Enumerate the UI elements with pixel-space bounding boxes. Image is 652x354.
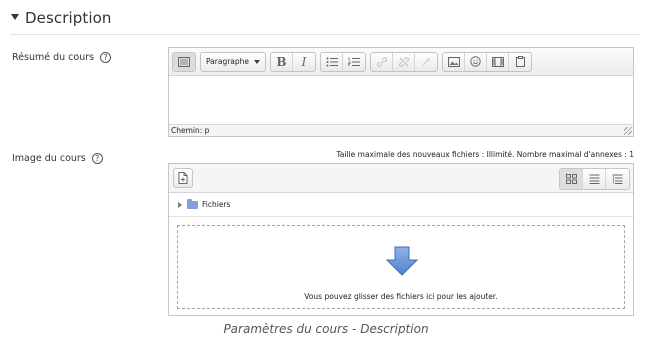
anchor-icon — [422, 58, 430, 65]
file-manager: Fichiers Vous pouvez glisser des fichier… — [168, 163, 634, 316]
image-label: Image du cours — [12, 153, 86, 164]
folder-icon — [187, 198, 198, 209]
help-icon[interactable]: ? — [100, 52, 112, 63]
grid-view-icon — [565, 174, 577, 184]
add-file-button[interactable] — [173, 168, 193, 188]
link-icon — [376, 56, 387, 67]
resize-handle-icon[interactable] — [624, 127, 632, 135]
section-header[interactable]: Description — [11, 7, 112, 29]
drop-arrow-icon — [386, 246, 418, 276]
paragraph-format-select[interactable]: Paragraphe — [200, 51, 266, 72]
clipboard-icon — [515, 56, 525, 67]
help-icon[interactable]: ? — [91, 153, 103, 164]
insert-group — [442, 51, 532, 72]
list-view-icon — [589, 174, 599, 184]
emoticon-button[interactable] — [465, 52, 487, 71]
add-file-icon — [178, 172, 188, 184]
collapse-caret-icon[interactable] — [11, 14, 19, 20]
numbered-list-icon — [348, 57, 360, 66]
toolbar-toggle-icon[interactable] — [173, 52, 195, 71]
summary-label: Résumé du cours — [12, 52, 95, 63]
editor-content-area[interactable] — [169, 76, 633, 124]
bold-icon: B — [276, 54, 287, 69]
unlink-icon — [398, 56, 409, 67]
course-settings-description: Description Résumé du cours ? Paragraphe… — [0, 0, 652, 354]
image-button[interactable] — [443, 52, 465, 71]
drop-instructions: Vous pouvez glisser des fichiers ici pou… — [304, 292, 498, 301]
film-icon — [491, 56, 504, 67]
editor-path: Chemin: p — [171, 126, 210, 135]
folder-name[interactable]: Fichiers — [202, 200, 230, 209]
list-group — [320, 51, 366, 72]
view-switcher — [559, 168, 630, 190]
grid-view-button[interactable] — [560, 169, 583, 189]
file-limits-text: Taille maximale des nouveaux fichiers : … — [336, 150, 634, 159]
section-divider — [10, 34, 640, 35]
bullet-list-icon — [326, 57, 338, 66]
folder-path: Fichiers — [169, 193, 633, 217]
list-view-button[interactable] — [583, 169, 606, 189]
smiley-icon — [470, 56, 481, 67]
italic-icon: I — [301, 54, 307, 69]
toolbar-toggle-group — [172, 51, 196, 72]
italic-button[interactable]: I — [293, 53, 315, 71]
figure-caption: Paramètres du cours - Description — [223, 322, 429, 336]
numbered-list-button[interactable] — [343, 53, 365, 71]
text-style-group: B I — [270, 51, 316, 72]
editor-toolbar: Paragraphe B I — [169, 48, 633, 76]
image-label-row: Image du cours ? — [12, 153, 103, 164]
paste-button[interactable] — [509, 53, 531, 71]
tree-view-icon — [612, 174, 623, 184]
summary-label-row: Résumé du cours ? — [12, 52, 112, 63]
link-group — [370, 51, 438, 72]
summary-editor: Paragraphe B I Chemin: p — [168, 47, 634, 137]
unlink-button[interactable] — [393, 52, 415, 71]
editor-status-bar: Chemin: p — [169, 124, 633, 136]
expand-arrow-icon[interactable] — [178, 201, 182, 208]
file-drop-zone[interactable]: Vous pouvez glisser des fichiers ici pou… — [177, 225, 625, 309]
image-icon — [447, 56, 460, 67]
link-button[interactable] — [371, 52, 393, 71]
bullet-list-button[interactable] — [321, 52, 343, 71]
section-title: Description — [25, 9, 112, 27]
chevron-down-icon — [254, 59, 260, 64]
bold-button[interactable]: B — [271, 52, 293, 71]
tree-view-button[interactable] — [606, 169, 629, 189]
anchor-button[interactable] — [415, 53, 437, 71]
file-manager-toolbar — [169, 164, 633, 193]
paragraph-format-value: Paragraphe — [206, 57, 250, 66]
media-button[interactable] — [487, 52, 509, 71]
